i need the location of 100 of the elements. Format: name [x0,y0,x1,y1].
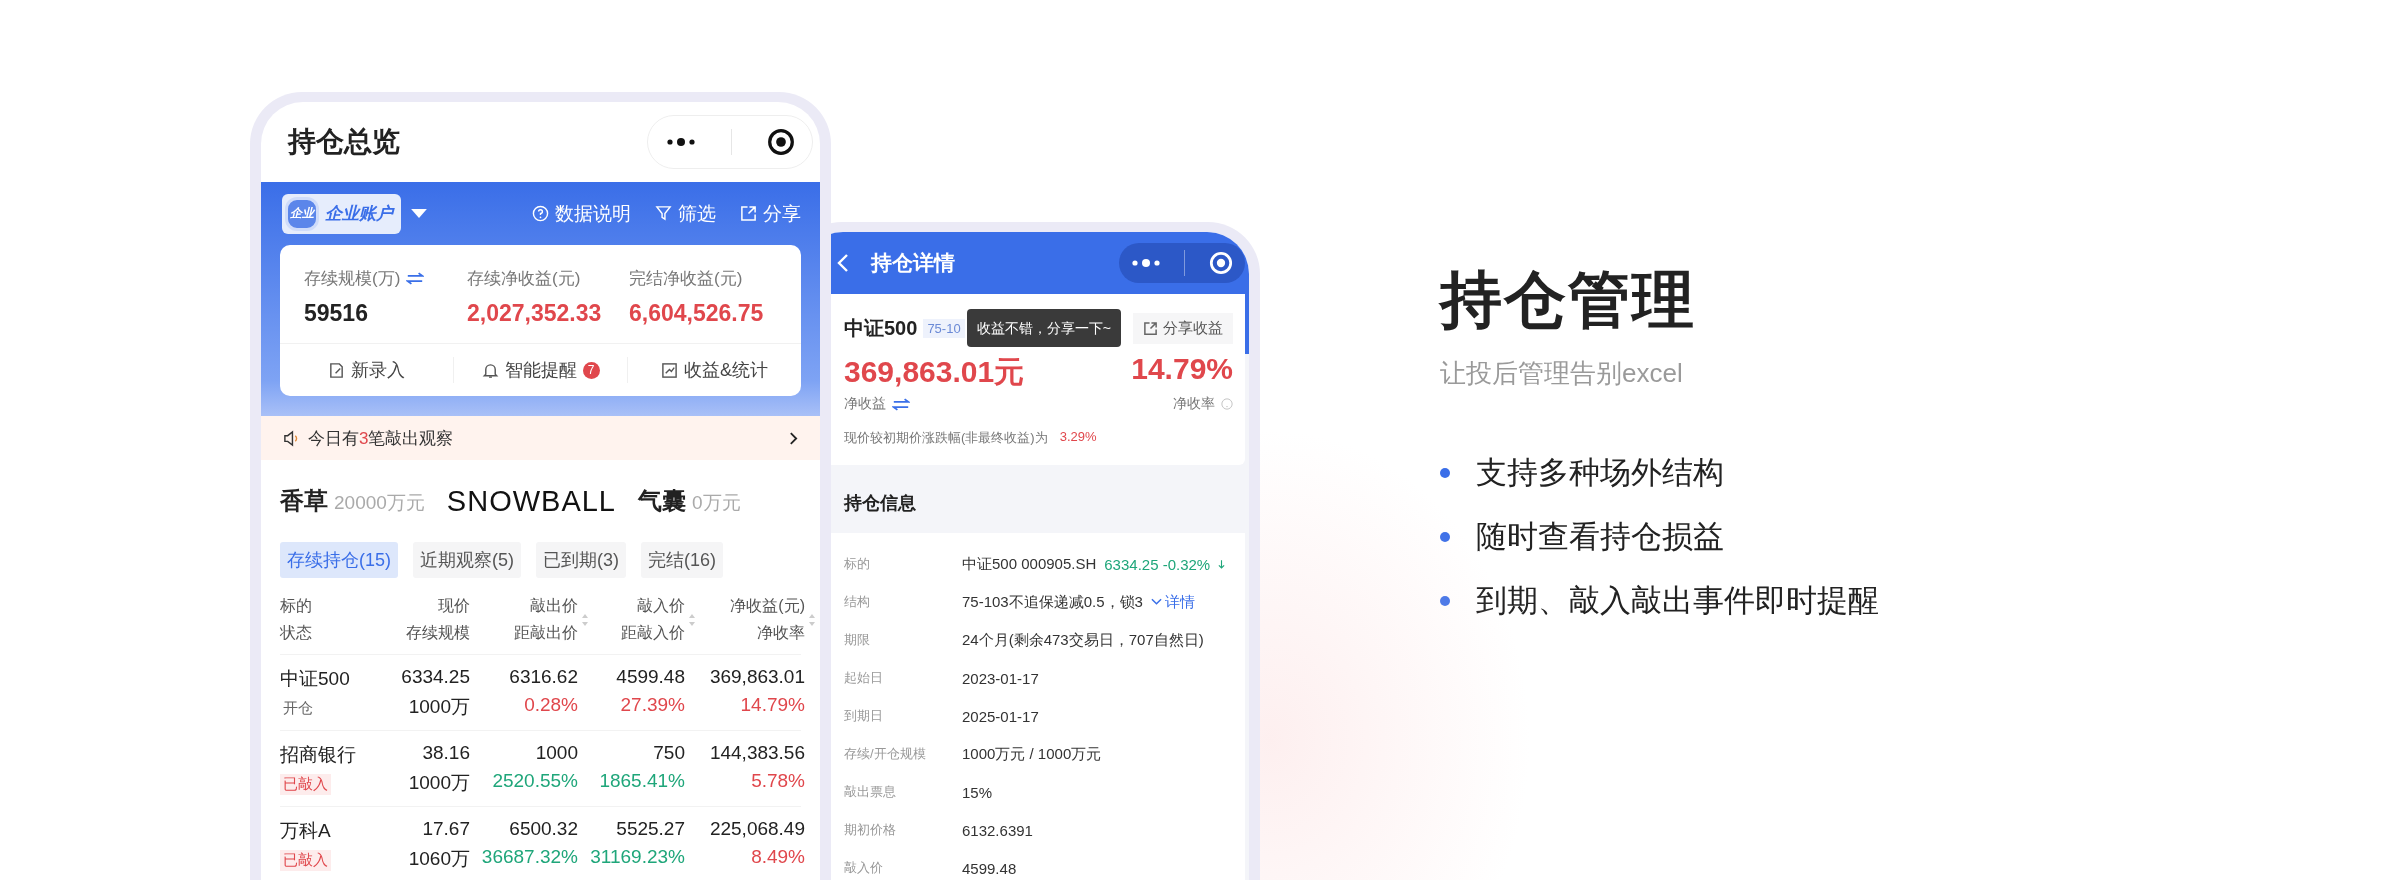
shortcut-button[interactable]: 新录入 [280,357,454,383]
product-name: 中证500 [844,315,918,341]
net-profit: 369,863.01元 [844,354,1025,390]
table-cell: 14.79% [740,693,805,716]
header-action[interactable]: 数据说明 [532,200,631,227]
notice-text: 今日有3笔敲出观察 [308,427,454,450]
column-header: 标的 [280,596,312,616]
filter-tab[interactable]: 完结(16) [641,542,724,578]
info-label: 起始日 [844,669,884,687]
table-cell: 6334.25 [401,665,470,688]
account-switcher[interactable]: 企业 企业账户 [282,193,401,234]
column-header: 状态 [280,623,312,643]
header-action[interactable]: 分享 [740,200,801,227]
product-logo: SNOWBALL [446,484,616,518]
table-cell-text: 中证500 [280,666,350,691]
notice-bar[interactable]: 今日有3笔敲出观察 [261,416,820,460]
table-cell-text: 万科A [280,818,331,843]
status-label: 已敲入 [280,849,331,871]
feature-item: 到期、敲入敲出事件即时提醒 [1476,582,1879,620]
table-cell: 4599.48 [616,665,685,688]
feature-item: 支持多种场外结构 [1476,454,1724,492]
change-label: 现价较初期价涨跌幅(非最终收益)为 [844,429,1048,447]
document-icon [328,361,345,379]
chart-icon [661,361,678,379]
details-link[interactable]: 详情 [1150,592,1195,612]
table-cell: 31169.23% [590,845,685,868]
shortcut-button[interactable]: 智能提醒 7 [454,357,628,383]
capsule-menu[interactable] [1119,243,1245,283]
table-cell: 17.67 [422,817,470,840]
page-title: 持仓详情 [871,250,956,276]
info-label: 到期日 [844,707,884,725]
profit-label: 净收益 [844,395,886,413]
filter-tab[interactable]: 近期观察(5) [413,542,521,578]
bullet-dot [1440,596,1450,606]
table-cell: 0.28% [524,693,578,716]
filter-icon [655,205,672,222]
speaker-icon [283,429,300,447]
share-icon [1143,320,1158,336]
product-type: 香草 [280,486,328,516]
page-title: 持仓总览 [288,125,401,159]
share-button[interactable]: 分享收益 [1133,312,1233,344]
change-value: 3.29% [1059,429,1097,446]
column-header: 距敲出价 [514,623,578,643]
info-label: 敲入价 [844,859,884,877]
table-cell: 8.49% [751,845,805,868]
info-value: 75-103不追保递减0.5，锁3 [962,592,1143,612]
filter-tab[interactable]: 存续持仓(15) [280,542,398,578]
account-logo: 企业 [285,196,319,231]
swap-icon[interactable] [406,272,425,285]
table-cell: 6500.32 [509,817,578,840]
structure-tag: 75-10 [923,318,965,338]
shortcut-button[interactable]: 收益&统计 [628,357,801,383]
feature-item: 随时查看持仓损益 [1476,518,1724,556]
help-icon [532,205,549,222]
product-type: 气囊 [638,486,686,516]
stat-label: 存续净收益(元) [467,268,581,290]
table-cell-text: 1000万 [408,694,470,719]
info-label: 期限 [844,631,871,649]
more-icon[interactable] [1130,258,1161,268]
table-cell: 750 [653,741,685,764]
column-header: 净收率 [757,623,805,643]
filter-tab[interactable]: 已到期(3) [536,542,626,578]
info-value: 4599.48 [962,859,1017,877]
column-header: 净收益(元) [730,596,805,616]
table-cell: 5.78% [751,769,805,792]
table-cell: 6316.62 [509,665,578,688]
status-label: 已敲入 [280,773,331,795]
quote-change: 6334.25 -0.32% [1104,555,1211,573]
more-icon[interactable] [665,137,698,147]
product-amount: 0万元 [692,491,741,515]
info-value: 6132.6391 [962,821,1033,839]
table-cell: 1865.41% [599,769,685,792]
back-icon[interactable] [837,253,849,273]
info-label: 标的 [844,555,871,573]
table-cell: 2520.55% [492,769,578,792]
stat-value: 59516 [304,300,369,327]
net-yield: 14.79% [1131,352,1233,387]
down-arrow-icon [1218,558,1226,570]
info-value: 中证500 000905.SH [962,554,1097,574]
feature-title: 持仓管理 [1440,264,1697,336]
table-cell: 38.16 [422,741,470,764]
stat-label: 存续规模(万) [304,268,401,290]
info-value: 24个月(剩余473交易日，707自然日) [962,630,1204,650]
info-value: 15% [962,783,993,801]
header-action[interactable]: 筛选 [655,200,716,227]
bullet-dot [1440,468,1450,478]
table-cell: 27.39% [620,693,685,716]
chevron-right-icon [789,430,798,446]
swap-icon[interactable] [892,397,910,411]
info-value: 2025-01-17 [962,707,1039,725]
stat-label: 完结净收益(元) [629,268,743,290]
table-cell-text: 1060万 [408,846,470,871]
info-label: 期初价格 [844,821,897,839]
column-header: 敲出价 [530,596,578,616]
yield-label: 净收率 [1173,395,1215,413]
caret-icon[interactable] [411,209,427,218]
chevron-down-icon [1150,598,1162,606]
target-icon[interactable] [766,128,795,156]
stat-value: 2,027,352.33 [467,300,603,327]
table-cell: 225,068.49 [709,817,805,840]
